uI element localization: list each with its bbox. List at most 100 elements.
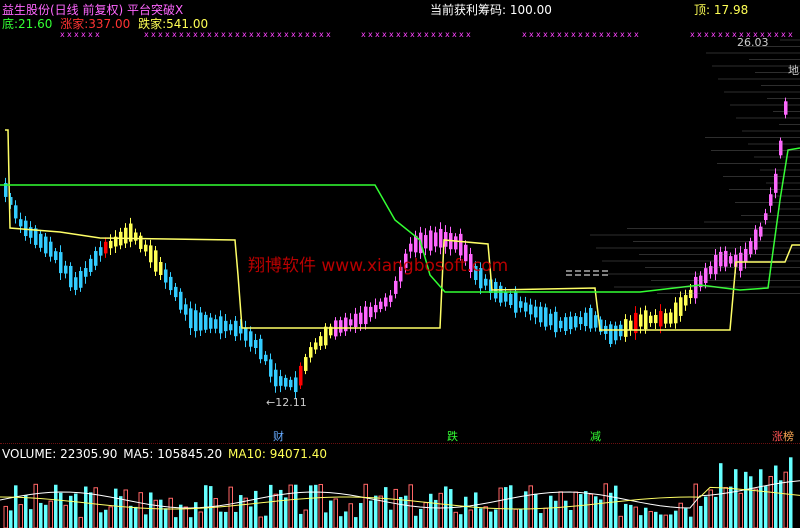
edge-price-label: 地 [788,64,799,77]
volume-bar [234,511,238,528]
candle-body [659,311,663,327]
chip-marker: x [606,30,611,39]
volume-bar [614,485,618,528]
candle-body [779,140,783,156]
low-price-label: ←12.11 [266,396,307,409]
candle-body [74,277,78,290]
volume-bar [333,498,338,528]
volume-bar [164,508,168,528]
candle-body [689,289,693,298]
chip-marker: x [249,30,254,39]
chip-marker: x [781,30,786,39]
candle-body [194,310,198,332]
ma10-label: MA10: [228,447,266,461]
chip-marker: x [235,30,240,39]
volume-bar [708,489,713,528]
candle-body [124,227,128,244]
low-price-value: 12.11 [275,396,307,409]
volume-bar [528,485,533,528]
candle-body [594,315,598,328]
candle-body [204,314,208,330]
candle-body [49,241,53,257]
candle-body [229,324,233,331]
chip-marker: x [403,30,408,39]
volume-bar [444,486,448,528]
candle-body [784,101,788,115]
chip-marker: x [557,30,562,39]
signal-marker-zhang[interactable]: 涨榜 [771,430,795,443]
candle-body [274,369,278,387]
volume-legend: VOLUME: 22305.90 MA5: 105845.20 MA10: 94… [2,447,327,461]
chip-marker: x [585,30,590,39]
signal-marker-die[interactable]: 跌 [446,430,459,443]
candle-body [579,317,583,325]
candle-body [314,342,318,350]
volume-bar [704,496,708,528]
chip-marker: x [788,30,793,39]
candle-body [719,251,723,267]
candle-body [769,194,773,206]
volume-bar [39,502,43,528]
volume-bar [663,514,668,528]
candle-body [664,313,668,324]
candle-body [534,306,538,318]
volume-bar [714,496,718,528]
chip-marker: x [690,30,695,39]
chip-marker: x [396,30,401,39]
volume-bar [78,516,83,528]
volume-bar [99,512,103,528]
chip-marker: x [536,30,541,39]
candle-body [684,295,688,306]
volume-bar [14,485,18,528]
chip-marker: x [256,30,261,39]
candle-body [299,365,303,386]
legend-rise-label: 涨家: [60,17,89,31]
volume-bar [393,488,398,528]
chip-marker: x [578,30,583,39]
volume-bar [279,489,283,528]
volume-bar [509,485,513,528]
chip-marker: x [438,30,443,39]
volume-bar [189,517,193,528]
volume-bar [693,483,698,528]
chip-marker: x [592,30,597,39]
candle-body [749,241,753,255]
chip-marker: x [389,30,394,39]
candle-body [279,376,283,386]
candle-body [214,319,218,329]
candle-body [139,235,143,249]
candle-body [559,320,563,329]
volume-bar [764,486,768,528]
volume-bar [423,502,428,528]
candle-body [84,268,88,277]
candle-body [19,219,23,227]
volume-bar [654,511,658,528]
volume-bar [288,484,293,528]
candle-body [44,236,48,254]
volume-bar [734,469,738,528]
candle-body [499,285,503,303]
volume-bar [624,503,628,528]
volume-bar [134,506,138,528]
signal-marker-jian[interactable]: 减 [589,430,602,443]
signal-marker-zhang-text: 涨 [772,430,783,443]
ma5-value: 105845.20 [157,447,223,461]
chip-marker: x [571,30,576,39]
chip-marker: x [221,30,226,39]
candle-body [679,297,683,316]
volume-bar [753,488,758,528]
signal-marker-cai[interactable]: 财 [272,430,285,443]
chip-marker: x [522,30,527,39]
candle-body [614,325,618,341]
volume-bar [759,469,763,528]
volume-bar [384,487,388,528]
candle-body [589,308,593,329]
volume-bar [633,506,638,528]
chip-marker: x [361,30,366,39]
volume-bar [669,514,673,528]
volume-bar [648,511,653,528]
volume-bar [639,515,643,528]
volume-bar [348,503,353,528]
candle-body [179,291,183,310]
chip-marker: x [459,30,464,39]
